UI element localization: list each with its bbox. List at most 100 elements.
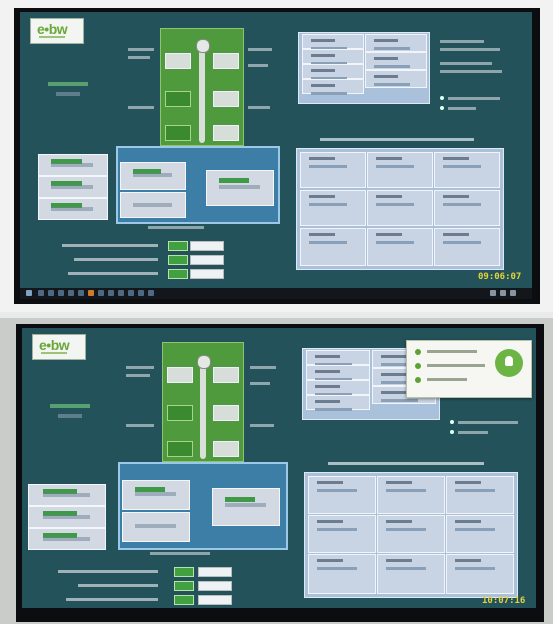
row-value-field[interactable]	[198, 595, 232, 605]
panel-tile[interactable]	[365, 34, 427, 52]
row-status-button[interactable]	[174, 567, 194, 577]
taskbar-app-icon[interactable]	[138, 290, 144, 296]
grid-tile[interactable]	[300, 152, 366, 188]
panel-tile[interactable]	[302, 49, 364, 65]
pump-card[interactable]	[120, 162, 186, 190]
grid-tile[interactable]	[446, 515, 514, 553]
grid-tile[interactable]	[308, 515, 376, 553]
tower-valve-right-1[interactable]	[213, 53, 239, 69]
left-status-card[interactable]	[28, 528, 106, 550]
grid-tile[interactable]	[377, 515, 445, 553]
tower-valve-right-3[interactable]	[213, 125, 239, 141]
pump-card[interactable]	[212, 488, 280, 526]
row-label	[58, 570, 158, 573]
panel-tile[interactable]	[302, 64, 364, 80]
panel-tile[interactable]	[306, 395, 370, 411]
row-label	[66, 598, 158, 601]
panel-tile[interactable]	[306, 365, 370, 381]
tower-label	[250, 382, 270, 385]
row-status-button[interactable]	[168, 255, 188, 265]
clock-display: 10:07:16	[482, 596, 526, 606]
pump-card[interactable]	[120, 192, 186, 218]
taskbar-app-icon[interactable]	[48, 290, 54, 296]
tower-valve-left-3[interactable]	[167, 441, 193, 457]
pool-caption	[150, 552, 210, 555]
clock-display: 09:06:07	[478, 272, 522, 282]
system-tray-icon[interactable]	[490, 290, 496, 296]
tower-label	[128, 106, 154, 109]
status-sublabel	[56, 92, 80, 96]
system-tray-icon[interactable]	[500, 290, 506, 296]
left-status-card[interactable]	[38, 154, 108, 176]
grid-tile[interactable]	[434, 228, 500, 266]
grid-tile[interactable]	[308, 476, 376, 514]
info-text	[440, 70, 502, 73]
grid-tile[interactable]	[377, 554, 445, 594]
panel-tile[interactable]	[302, 34, 364, 50]
left-status-card[interactable]	[28, 506, 106, 528]
row-value-field[interactable]	[190, 255, 224, 265]
tower-diagram[interactable]	[162, 342, 244, 462]
tower-diagram[interactable]	[160, 28, 244, 146]
app-notification-popup[interactable]	[406, 340, 532, 398]
panel-tile[interactable]	[306, 380, 370, 396]
panel-tile[interactable]	[365, 52, 427, 70]
row-value-field[interactable]	[190, 241, 224, 251]
taskbar-app-icon[interactable]	[78, 290, 84, 296]
windows-start-icon[interactable]	[26, 290, 32, 296]
grid-tile[interactable]	[434, 190, 500, 226]
tower-valve-left-2[interactable]	[165, 91, 191, 107]
legend-text	[448, 107, 476, 110]
taskbar-app-icon[interactable]	[148, 290, 154, 296]
row-value-field[interactable]	[198, 567, 232, 577]
taskbar-app-icon[interactable]	[58, 290, 64, 296]
grid-tile[interactable]	[434, 152, 500, 188]
system-tray-icon[interactable]	[510, 290, 516, 296]
left-status-card[interactable]	[38, 176, 108, 198]
panel-tile[interactable]	[365, 70, 427, 88]
taskbar-app-icon[interactable]	[108, 290, 114, 296]
tower-valve-left-1[interactable]	[167, 367, 193, 383]
row-status-button[interactable]	[174, 595, 194, 605]
grid-tile[interactable]	[300, 228, 366, 266]
pump-card[interactable]	[206, 170, 274, 206]
taskbar-app-icon[interactable]	[118, 290, 124, 296]
row-label	[68, 272, 158, 275]
popup-item-text	[427, 350, 477, 353]
grid-tile[interactable]	[300, 190, 366, 226]
row-status-button[interactable]	[168, 241, 188, 251]
taskbar-app-icon[interactable]	[88, 290, 94, 296]
tower-valve-left-1[interactable]	[165, 53, 191, 69]
tower-valve-right-1[interactable]	[213, 367, 239, 383]
panel-tile[interactable]	[302, 79, 364, 95]
panel-tile[interactable]	[306, 350, 370, 366]
grid-tile[interactable]	[367, 228, 433, 266]
logo-text: e•bw	[39, 337, 70, 353]
tower-valve-right-2[interactable]	[213, 405, 239, 421]
taskbar-app-icon[interactable]	[38, 290, 44, 296]
pump-card[interactable]	[122, 480, 190, 510]
row-value-field[interactable]	[190, 269, 224, 279]
taskbar-app-icon[interactable]	[128, 290, 134, 296]
pool-caption	[148, 226, 204, 229]
tower-valve-right-2[interactable]	[213, 91, 239, 107]
tower-valve-left-3[interactable]	[165, 125, 191, 141]
grid-tile[interactable]	[446, 476, 514, 514]
tower-label	[128, 56, 150, 59]
tower-valve-left-2[interactable]	[167, 405, 193, 421]
row-status-button[interactable]	[168, 269, 188, 279]
row-status-button[interactable]	[174, 581, 194, 591]
tower-valve-right-3[interactable]	[213, 441, 239, 457]
grid-tile[interactable]	[377, 476, 445, 514]
grid-tile[interactable]	[308, 554, 376, 594]
scada-screen: e•bw	[20, 12, 532, 288]
grid-tile[interactable]	[446, 554, 514, 594]
pump-card[interactable]	[122, 512, 190, 542]
grid-tile[interactable]	[367, 152, 433, 188]
left-status-card[interactable]	[28, 484, 106, 506]
left-status-card[interactable]	[38, 198, 108, 220]
grid-tile[interactable]	[367, 190, 433, 226]
taskbar-app-icon[interactable]	[98, 290, 104, 296]
taskbar-app-icon[interactable]	[68, 290, 74, 296]
row-value-field[interactable]	[198, 581, 232, 591]
